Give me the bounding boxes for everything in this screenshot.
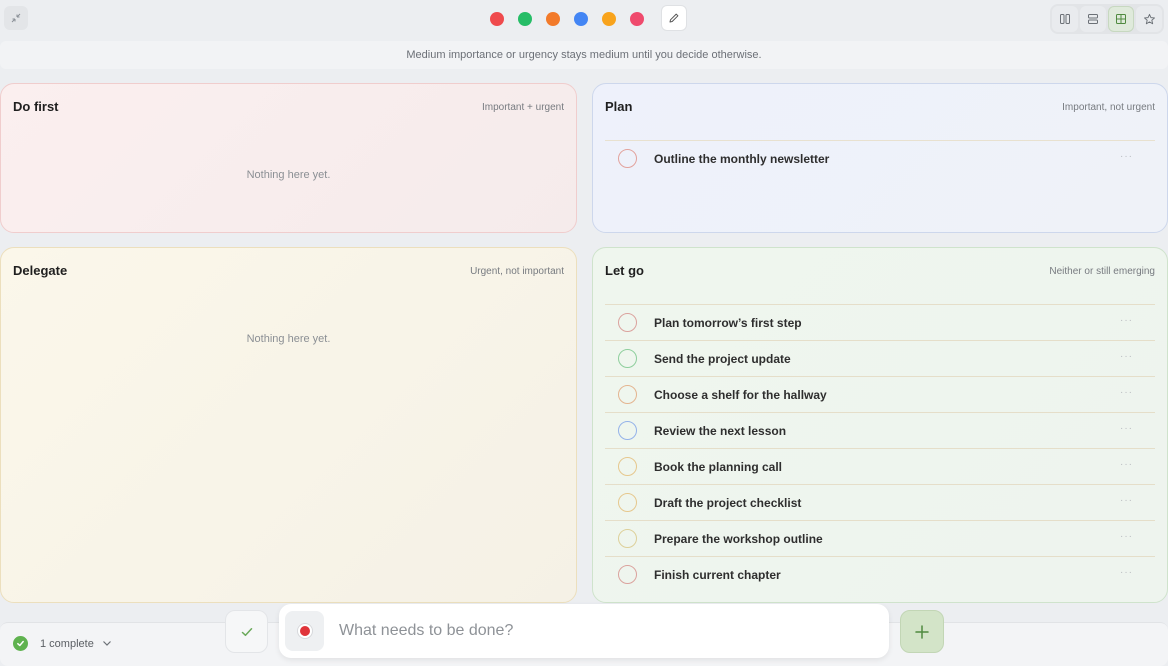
color-dot-green[interactable] <box>518 12 532 26</box>
task-row[interactable]: Prepare the workshop outline ··· <box>605 520 1155 556</box>
quadrant-subtitle: Important + urgent <box>482 102 564 113</box>
quadrant-title: Let go <box>605 263 644 278</box>
quadrant-title: Delegate <box>13 263 68 278</box>
color-dot-orange[interactable] <box>546 12 560 26</box>
task-row[interactable]: Book the planning call ··· <box>605 448 1155 484</box>
color-dot-amber[interactable] <box>602 12 616 26</box>
rows-icon <box>1088 14 1098 24</box>
color-dot-pink[interactable] <box>630 12 644 26</box>
task-row[interactable]: Plan tomorrow’s first step ··· <box>605 304 1155 340</box>
task-label: Choose a shelf for the hallway <box>654 387 827 402</box>
task-list: Outline the monthly newsletter ··· <box>605 140 1155 176</box>
task-label: Finish current chapter <box>654 567 781 582</box>
task-row[interactable]: Send the project update ··· <box>605 340 1155 376</box>
add-task-button[interactable] <box>900 610 944 653</box>
task-checkbox[interactable] <box>618 493 637 512</box>
task-label: Plan tomorrow’s first step <box>654 315 802 330</box>
color-dot-blue[interactable] <box>574 12 588 26</box>
quadrant-title: Plan <box>605 99 633 114</box>
task-row[interactable]: Outline the monthly newsletter ··· <box>605 140 1155 176</box>
record-icon <box>296 623 313 639</box>
color-dot-red[interactable] <box>490 12 504 26</box>
task-row[interactable]: Review the next lesson ··· <box>605 412 1155 448</box>
task-checkbox[interactable] <box>618 349 637 368</box>
more-icon[interactable]: ··· <box>1120 151 1133 162</box>
quadrant-subtitle: Neither or still emerging <box>1049 266 1155 277</box>
task-label: Prepare the workshop outline <box>654 531 823 546</box>
task-row[interactable]: Choose a shelf for the hallway ··· <box>605 376 1155 412</box>
top-bar <box>0 0 1168 38</box>
empty-state: Nothing here yet. <box>246 169 331 181</box>
task-checkbox[interactable] <box>618 421 637 440</box>
task-label: Outline the monthly newsletter <box>654 151 830 166</box>
plus-icon <box>915 624 929 639</box>
new-task-input[interactable] <box>339 614 869 648</box>
more-icon[interactable]: ··· <box>1120 567 1133 578</box>
task-checkbox[interactable] <box>618 149 637 168</box>
quadrant-do-first: Do first Important + urgent Nothing here… <box>0 83 577 233</box>
collapse-icon[interactable] <box>4 6 28 30</box>
task-checkbox[interactable] <box>618 457 637 476</box>
more-icon[interactable]: ··· <box>1120 531 1133 542</box>
complete-check-icon <box>13 636 28 651</box>
pencil-icon <box>669 13 679 23</box>
columns-icon <box>1060 14 1070 24</box>
view-switcher <box>1050 4 1164 34</box>
favorite-button[interactable] <box>1136 6 1162 32</box>
quadrant-title: Do first <box>13 99 59 114</box>
grid-icon <box>1116 14 1126 24</box>
task-label: Send the project update <box>654 351 791 366</box>
rows-view-button[interactable] <box>1080 6 1106 32</box>
edit-button[interactable] <box>661 5 687 31</box>
quadrant-subtitle: Urgent, not important <box>470 266 564 277</box>
quadrant-delegate: Delegate Urgent, not important Nothing h… <box>0 247 577 603</box>
quadrant-plan: Plan Important, not urgent Outline the m… <box>592 83 1168 233</box>
quadrant-subtitle: Important, not urgent <box>1062 102 1155 113</box>
complete-task-button[interactable] <box>225 610 268 653</box>
columns-view-button[interactable] <box>1052 6 1078 32</box>
more-icon[interactable]: ··· <box>1120 423 1133 434</box>
task-label: Book the planning call <box>654 459 783 474</box>
info-banner: Medium importance or urgency stays mediu… <box>0 41 1168 69</box>
task-checkbox[interactable] <box>618 565 637 584</box>
check-icon <box>241 627 252 636</box>
record-button[interactable] <box>285 611 324 651</box>
color-filter-dots <box>490 12 658 26</box>
task-checkbox[interactable] <box>618 313 637 332</box>
task-composer <box>279 604 889 658</box>
more-icon[interactable]: ··· <box>1120 387 1133 398</box>
task-checkbox[interactable] <box>618 385 637 404</box>
task-row[interactable]: Draft the project checklist ··· <box>605 484 1155 520</box>
more-icon[interactable]: ··· <box>1120 495 1133 506</box>
chevron-down-icon[interactable] <box>101 637 113 649</box>
grid-view-button[interactable] <box>1108 6 1134 32</box>
task-list: Plan tomorrow’s first step ··· Send the … <box>605 304 1155 592</box>
task-label: Review the next lesson <box>654 423 787 438</box>
star-icon <box>1143 13 1155 24</box>
quadrant-let-go: Let go Neither or still emerging Plan to… <box>592 247 1168 603</box>
task-checkbox[interactable] <box>618 529 637 548</box>
more-icon[interactable]: ··· <box>1120 459 1133 470</box>
more-icon[interactable]: ··· <box>1120 351 1133 362</box>
task-label: Draft the project checklist <box>654 495 802 510</box>
complete-count[interactable]: 1 complete <box>40 638 94 650</box>
task-row[interactable]: Finish current chapter ··· <box>605 556 1155 592</box>
empty-state: Nothing here yet. <box>246 333 331 345</box>
more-icon[interactable]: ··· <box>1120 315 1133 326</box>
